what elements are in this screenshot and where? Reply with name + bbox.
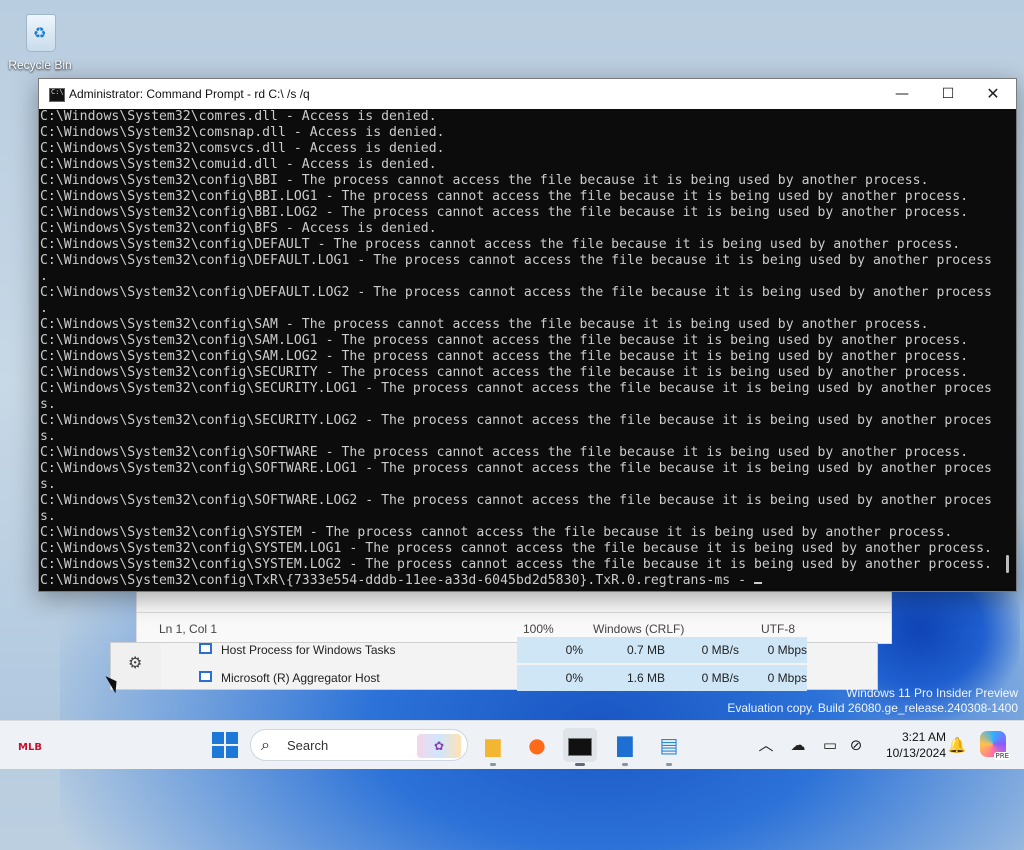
firefox-icon: ● xyxy=(528,733,546,757)
network-value: 0 Mbps xyxy=(767,643,807,657)
clock[interactable]: 3:21 AM 10/13/2024 xyxy=(872,729,946,761)
file-explorer-button[interactable]: ▆ xyxy=(476,728,510,766)
network-status-icon[interactable]: ⊘ xyxy=(844,721,868,769)
notepad-icon: ▤ xyxy=(659,733,679,757)
console-line: C:\Windows\System32\config\SYSTEM.LOG1 -… xyxy=(40,541,992,556)
console-line: C:\Windows\System32\comsnap.dll - Access… xyxy=(40,125,445,140)
notepad-taskbar-button[interactable]: ▤ xyxy=(652,728,686,766)
process-name: Microsoft (R) Aggregator Host xyxy=(221,671,380,685)
process-metrics: 0% 0.7 MB 0 MB/s 0 Mbps xyxy=(517,637,807,663)
start-button[interactable] xyxy=(212,732,238,758)
console-line: . xyxy=(40,301,48,316)
console-line: . xyxy=(40,269,48,284)
console-line: C:\Windows\System32\config\DEFAULT.LOG2 … xyxy=(40,285,992,300)
console-line: C:\Windows\System32\config\DEFAULT.LOG1 … xyxy=(40,253,992,268)
console-line: C:\Windows\System32\config\SOFTWARE.LOG2… xyxy=(40,493,992,508)
cursor-position: Ln 1, Col 1 xyxy=(159,622,218,636)
build-watermark: Windows 11 Pro Insider Preview Evaluatio… xyxy=(727,686,1018,716)
console-line: C:\Windows\System32\comres.dll - Access … xyxy=(40,109,437,124)
console-line: s. xyxy=(40,429,56,444)
watermark-edition: Windows 11 Pro Insider Preview xyxy=(846,686,1018,700)
minimize-button[interactable]: — xyxy=(879,79,925,109)
console-line: C:\Windows\System32\config\BBI - The pro… xyxy=(40,173,929,188)
console-line: C:\Windows\System32\config\SOFTWARE - Th… xyxy=(40,445,969,460)
cmd-app-icon[interactable] xyxy=(49,88,65,102)
settings-gear-icon[interactable]: ⚙ xyxy=(128,653,142,672)
process-name: Host Process for Windows Tasks xyxy=(221,643,396,657)
onedrive-offline-icon[interactable]: ☁ xyxy=(786,721,810,769)
zoom-level: 100% xyxy=(523,622,554,636)
console-line: C:\Windows\System32\config\BBI.LOG1 - Th… xyxy=(40,189,969,204)
network-value: 0 Mbps xyxy=(767,671,807,685)
window-titlebar[interactable]: Administrator: Command Prompt - rd C:\ /… xyxy=(39,79,1016,109)
console-line: C:\Windows\System32\config\SECURITY.LOG1… xyxy=(40,381,992,396)
search-highlight-icon: ✿ xyxy=(417,734,461,758)
console-line: s. xyxy=(40,477,56,492)
text-cursor xyxy=(753,582,762,584)
memory-value: 0.7 MB xyxy=(626,643,665,657)
search-icon: ⌕ xyxy=(261,735,270,754)
console-line: s. xyxy=(40,397,56,412)
console-line: C:\Windows\System32\config\TxR\{7333e554… xyxy=(40,573,999,589)
console-line: C:\Windows\System32\config\SOFTWARE.LOG1… xyxy=(40,461,992,476)
scrollbar-thumb[interactable] xyxy=(1006,555,1009,573)
windows-logo-icon xyxy=(212,732,224,744)
console-line: s. xyxy=(40,509,56,524)
maximize-button[interactable]: ☐ xyxy=(925,79,971,109)
close-button[interactable]: ✕ xyxy=(970,79,1016,109)
copilot-badge: PRE xyxy=(994,752,1010,760)
console-line: C:\Windows\System32\config\SYSTEM - The … xyxy=(40,525,953,540)
recycle-bin-label: Recycle Bin xyxy=(8,58,72,72)
window-title: Administrator: Command Prompt - rd C:\ /… xyxy=(69,87,310,101)
clock-date: 10/13/2024 xyxy=(885,746,946,760)
folder-icon: ▆ xyxy=(485,733,501,757)
console-line: C:\Windows\System32\config\SAM.LOG2 - Th… xyxy=(40,349,969,364)
mlb-logo-icon: MLB xyxy=(18,742,42,753)
process-icon xyxy=(199,671,212,682)
console-line: C:\Windows\System32\config\BBI.LOG2 - Th… xyxy=(40,205,969,220)
terminal-icon xyxy=(563,728,597,762)
display-icon[interactable]: ▭ xyxy=(818,721,842,769)
show-hidden-icons-chevron-icon[interactable]: ︿ xyxy=(756,721,776,769)
console-output[interactable]: C:\Windows\System32\comres.dll - Access … xyxy=(39,109,999,591)
clock-time: 3:21 AM xyxy=(901,730,946,744)
performance-chart-icon: ▇ xyxy=(617,733,633,757)
widgets-button[interactable]: MLB xyxy=(18,735,46,755)
encoding: UTF-8 xyxy=(761,622,795,636)
watermark-build: Evaluation copy. Build 26080.ge_release.… xyxy=(727,701,1018,715)
process-icon xyxy=(199,643,212,654)
console-line: C:\Windows\System32\config\BFS - Access … xyxy=(40,221,437,236)
search-box[interactable]: ⌕ Search ✿ xyxy=(250,729,468,761)
console-text: C:\Windows\System32\comres.dll - Access … xyxy=(39,109,999,589)
disk-value: 0 MB/s xyxy=(701,671,739,685)
process-row[interactable]: Host Process for Windows Tasks 0% 0.7 MB… xyxy=(163,637,877,663)
console-line: C:\Windows\System32\config\SECURITY.LOG2… xyxy=(40,413,992,428)
disk-value: 0 MB/s xyxy=(701,643,739,657)
console-line: C:\Windows\System32\config\SYSTEM.LOG2 -… xyxy=(40,557,992,572)
notification-bell-icon[interactable]: 🔔 xyxy=(946,721,968,769)
recycle-bin-shortcut[interactable]: ♻ Recycle Bin xyxy=(6,8,74,72)
search-placeholder: Search xyxy=(287,738,329,753)
console-line: C:\Windows\System32\comsvcs.dll - Access… xyxy=(40,141,445,156)
task-manager-taskbar-button[interactable]: ▇ xyxy=(608,728,642,766)
cpu-value: 0% xyxy=(565,671,583,685)
console-line: C:\Windows\System32\comuid.dll - Access … xyxy=(40,157,437,172)
firefox-button[interactable]: ● xyxy=(520,728,554,762)
recycle-bin-icon: ♻ xyxy=(20,8,60,54)
vertical-scrollbar[interactable] xyxy=(999,109,1016,591)
copilot-button[interactable]: PRE xyxy=(980,731,1010,760)
console-line: C:\Windows\System32\config\SAM - The pro… xyxy=(40,317,929,332)
command-prompt-taskbar-button[interactable] xyxy=(563,728,597,766)
console-line: C:\Windows\System32\config\SECURITY - Th… xyxy=(40,365,969,380)
console-line: C:\Windows\System32\config\DEFAULT - The… xyxy=(40,237,961,252)
memory-value: 1.6 MB xyxy=(626,671,665,685)
console-line: C:\Windows\System32\config\SAM.LOG1 - Th… xyxy=(40,333,969,348)
task-manager-sidebar: ⚙ xyxy=(111,643,161,689)
command-prompt-window[interactable]: Administrator: Command Prompt - rd C:\ /… xyxy=(38,78,1017,592)
taskbar: MLB ⌕ Search ✿ ▆ ● ▇ ▤ ︿ ☁ ▭ ⊘ 3:21 AM 1… xyxy=(0,720,1024,769)
cpu-value: 0% xyxy=(565,643,583,657)
task-manager-window: ⚙ Host Process for Windows Tasks 0% 0.7 … xyxy=(110,637,878,691)
line-ending: Windows (CRLF) xyxy=(593,622,685,636)
